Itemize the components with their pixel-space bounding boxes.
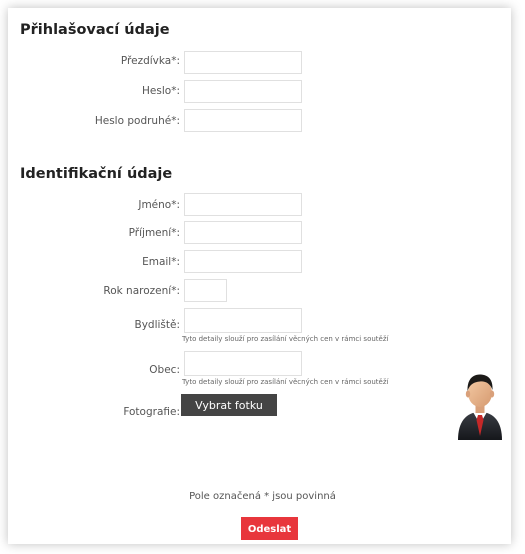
- last-name-label: Příjmení*:: [128, 227, 180, 239]
- password-input[interactable]: [184, 80, 302, 103]
- password-label: Heslo*:: [142, 85, 180, 97]
- user-avatar-icon: [458, 374, 502, 440]
- required-fields-note: Pole označená * jsou povinná: [189, 491, 336, 502]
- first-name-label: Jméno*:: [138, 199, 180, 211]
- birth-year-label: Rok narození*:: [103, 285, 180, 297]
- address-hint: Tyto detaily slouží pro zasílání věcných…: [182, 335, 389, 343]
- choose-photo-button[interactable]: Vybrat fotku: [181, 394, 277, 416]
- photo-label: Fotografie:: [123, 406, 180, 418]
- identity-section-title: Identifikační údaje: [20, 166, 173, 182]
- email-input[interactable]: [184, 250, 302, 273]
- address-input[interactable]: [184, 308, 302, 333]
- nickname-input[interactable]: [184, 51, 302, 74]
- last-name-input[interactable]: [184, 221, 302, 244]
- first-name-input[interactable]: [184, 193, 302, 216]
- registration-page: Přihlašovací údaje Přezdívka*: Heslo*: H…: [0, 0, 525, 554]
- birth-year-input[interactable]: [184, 279, 227, 302]
- address-label: Bydliště:: [134, 319, 180, 331]
- nickname-label: Přezdívka*:: [120, 55, 180, 67]
- city-input[interactable]: [184, 351, 302, 376]
- submit-button[interactable]: Odeslat: [241, 517, 298, 540]
- login-section-title: Přihlašovací údaje: [20, 22, 170, 38]
- email-label: Email*:: [142, 256, 180, 268]
- password-repeat-label: Heslo podruhé*:: [94, 115, 180, 127]
- city-label: Obec:: [149, 364, 180, 376]
- password-repeat-input[interactable]: [184, 109, 302, 132]
- city-hint: Tyto detaily slouží pro zasílání věcných…: [182, 378, 389, 386]
